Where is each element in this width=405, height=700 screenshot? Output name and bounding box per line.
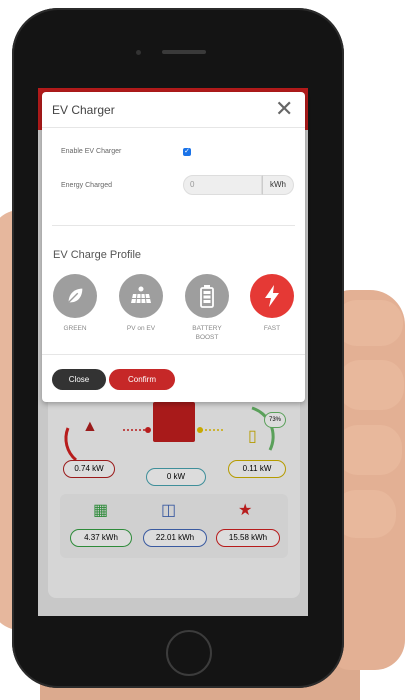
solar-panel-icon	[119, 274, 163, 318]
leaf-icon	[53, 274, 97, 318]
grid-power-value: 0.74 kW	[74, 464, 104, 473]
profile-battery-boost-button[interactable]: BATTERY BOOST	[182, 274, 232, 342]
profile-green-label: GREEN	[63, 325, 87, 332]
profile-pv-on-ev-button[interactable]: PV on EV	[116, 274, 166, 333]
solar-energy-pill: 4.37 kWh	[70, 529, 132, 547]
ev-charger-modal: EV Charger ✕ Enable EV Charger ✓ Energy …	[42, 92, 305, 402]
battery-icon: ▯	[248, 428, 257, 445]
section-divider	[52, 225, 295, 226]
energy-charged-label: Energy Charged	[61, 182, 112, 189]
home-energy-pill: 22.01 kWh	[143, 529, 207, 547]
solar-panel-icon: ▦	[93, 502, 109, 519]
energy-unit-addon: kWh	[262, 175, 294, 195]
profile-green-button[interactable]: GREEN	[50, 274, 100, 333]
home-meter-icon: ◫	[161, 502, 177, 519]
battery-percent-badge: 73%	[264, 412, 286, 428]
battery-power-value: 0.11 kW	[242, 464, 272, 473]
finger	[336, 425, 402, 475]
confirm-button[interactable]: Confirm	[109, 369, 175, 390]
enable-ev-charger-checkbox[interactable]: ✓	[183, 148, 191, 156]
solar-energy-value: 4.37 kWh	[84, 533, 118, 542]
close-icon[interactable]: ✕	[275, 98, 293, 120]
earpiece-speaker	[162, 50, 206, 54]
home-button[interactable]	[166, 630, 212, 676]
energy-charged-input[interactable]: 0	[183, 175, 262, 195]
close-button[interactable]: Close	[52, 369, 106, 390]
profile-fast-label: FAST	[263, 325, 281, 332]
enable-ev-charger-label: Enable EV Charger	[61, 148, 122, 155]
home-energy-value: 22.01 kWh	[155, 533, 195, 542]
grid-power-pill: 0.74 kW	[63, 460, 115, 478]
header-divider	[42, 127, 305, 128]
profile-battery-boost-label: BATTERY BOOST	[192, 325, 222, 341]
grid-energy-value: 15.58 kWh	[228, 533, 268, 542]
profile-pv-on-ev-label: PV on EV	[126, 325, 156, 332]
modal-title: EV Charger	[52, 103, 115, 117]
finger	[338, 360, 404, 410]
grid-energy-pill: 15.58 kWh	[216, 529, 280, 547]
grid-tower-icon: ★	[238, 502, 253, 519]
front-camera	[136, 50, 141, 55]
ev-power-value: 0 kW	[166, 472, 186, 481]
battery-icon	[185, 274, 229, 318]
lightning-icon	[250, 274, 294, 318]
ev-power-pill: 0 kW	[146, 468, 206, 486]
battery-percent-value: 73%	[268, 417, 281, 423]
finger	[335, 300, 403, 346]
footer-divider	[42, 354, 305, 355]
profile-fast-button[interactable]: FAST	[247, 274, 297, 333]
battery-power-pill: 0.11 kW	[228, 460, 286, 478]
charge-profile-title: EV Charge Profile	[53, 249, 142, 261]
grid-tower-icon: ▲	[82, 418, 98, 435]
